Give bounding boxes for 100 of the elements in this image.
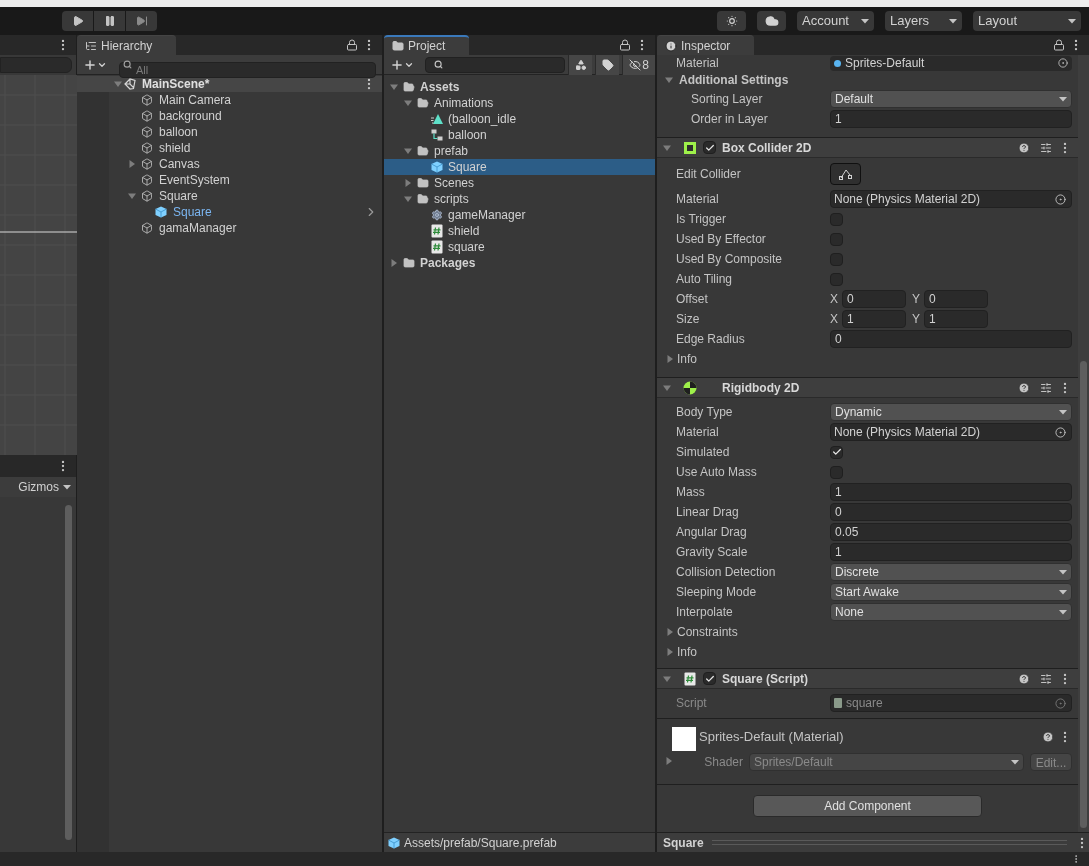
lock-icon[interactable] <box>619 39 631 51</box>
object-field[interactable]: None (Physics Material 2D) <box>830 190 1072 208</box>
number-field[interactable]: 1 <box>842 310 906 328</box>
create-dropdown[interactable] <box>83 57 107 72</box>
help-icon[interactable] <box>1042 730 1054 743</box>
search-field[interactable]: All <box>119 61 376 78</box>
checkbox[interactable] <box>830 252 843 266</box>
project-item[interactable]: Animations <box>384 95 655 111</box>
foldout-label[interactable]: Constraints <box>677 623 738 641</box>
checkbox[interactable] <box>830 465 843 479</box>
hierarchy-item[interactable]: Canvas <box>109 156 382 172</box>
presets-icon[interactable] <box>1040 381 1052 394</box>
project-item[interactable]: balloon <box>384 127 655 143</box>
component-header[interactable]: Square (Script) <box>657 669 1078 689</box>
project-item[interactable]: square <box>384 239 655 255</box>
toolbar-dropdown[interactable]: Account <box>797 11 874 31</box>
hierarchy-item[interactable]: gamaManager <box>109 220 382 236</box>
help-icon[interactable] <box>1018 381 1030 394</box>
services-button[interactable] <box>717 11 746 31</box>
help-icon[interactable] <box>1018 672 1030 685</box>
hierarchy-item[interactable]: Square <box>109 188 382 204</box>
project-item[interactable]: Packages <box>384 255 655 271</box>
caret-icon[interactable] <box>404 99 412 107</box>
hierarchy-item[interactable]: Main Camera <box>109 92 382 108</box>
checkbox[interactable] <box>703 141 716 154</box>
caret-icon[interactable] <box>390 259 398 267</box>
caret-icon[interactable] <box>665 76 673 84</box>
play-button[interactable] <box>62 11 93 31</box>
project-item[interactable]: scripts <box>384 191 655 207</box>
number-field[interactable]: 1 <box>924 310 988 328</box>
project-item[interactable]: prefab <box>384 143 655 159</box>
checkbox[interactable] <box>703 672 716 685</box>
project-item[interactable]: shield <box>384 223 655 239</box>
pause-button[interactable] <box>94 11 125 31</box>
panel-tab[interactable]: Inspector <box>657 35 755 55</box>
dropdown[interactable]: Default <box>830 90 1072 108</box>
toolbar-dropdown[interactable]: Layers <box>885 11 962 31</box>
caret-icon[interactable] <box>404 195 412 203</box>
edit-collider-button[interactable] <box>830 163 861 185</box>
caret-icon[interactable] <box>663 143 671 152</box>
caret-icon[interactable] <box>666 355 674 363</box>
caret-icon[interactable] <box>666 628 674 636</box>
foldout-label[interactable]: Info <box>677 350 697 368</box>
presets-icon[interactable] <box>1040 141 1052 154</box>
checkbox[interactable] <box>830 445 843 459</box>
scrollbar[interactable] <box>65 505 72 840</box>
presets-icon[interactable] <box>1040 672 1052 685</box>
hierarchy-item[interactable]: EventSystem <box>109 172 382 188</box>
dropdown[interactable]: None <box>830 603 1072 621</box>
scrollbar[interactable] <box>1078 55 1089 832</box>
object-picker-icon[interactable] <box>1058 58 1068 68</box>
object-field[interactable]: Sprites-Default <box>830 55 1072 71</box>
caret-icon[interactable] <box>128 192 136 200</box>
panel-tab[interactable]: Hierarchy <box>77 35 177 55</box>
project-item[interactable]: Assets <box>384 79 655 95</box>
number-field[interactable]: 1 <box>830 110 1072 128</box>
hidden-packages-button[interactable]: 8 <box>622 54 655 75</box>
caret-icon[interactable] <box>404 179 412 187</box>
component-header[interactable]: Box Collider 2D <box>657 138 1078 158</box>
toolbar-dropdown[interactable]: Layout <box>973 11 1081 31</box>
number-field[interactable]: 0 <box>924 290 988 308</box>
caret-icon[interactable] <box>663 383 671 392</box>
number-field[interactable]: 0 <box>830 503 1072 521</box>
caret-icon[interactable] <box>665 757 673 765</box>
number-field[interactable]: 1 <box>830 543 1072 561</box>
checkbox[interactable] <box>830 272 843 286</box>
lock-icon[interactable] <box>1053 39 1065 51</box>
dropdown[interactable]: Dynamic <box>830 403 1072 421</box>
project-item[interactable]: Square <box>384 159 655 175</box>
hierarchy-item[interactable]: Square <box>109 204 382 220</box>
help-icon[interactable] <box>1018 141 1030 154</box>
component-header[interactable]: Rigidbody 2D <box>657 378 1078 398</box>
checkbox[interactable] <box>830 232 843 246</box>
lock-icon[interactable] <box>346 39 358 51</box>
caret-icon[interactable] <box>404 147 412 155</box>
filter-by-label-button[interactable] <box>595 54 619 75</box>
project-item[interactable]: gameManager <box>384 207 655 223</box>
hierarchy-item[interactable]: background <box>109 108 382 124</box>
number-field[interactable]: 0 <box>842 290 906 308</box>
hierarchy-item[interactable]: balloon <box>109 124 382 140</box>
cloud-button[interactable] <box>757 11 786 31</box>
object-picker-icon[interactable] <box>1055 426 1066 438</box>
number-field[interactable]: 0.05 <box>830 523 1072 541</box>
number-field[interactable]: 0 <box>830 330 1072 348</box>
object-field[interactable]: square <box>830 694 1072 712</box>
hierarchy-item[interactable]: shield <box>109 140 382 156</box>
project-item[interactable]: Scenes <box>384 175 655 191</box>
scene-header-row[interactable]: MainScene* <box>77 76 382 92</box>
foldout-label[interactable]: Info <box>677 643 697 661</box>
add-component-button[interactable]: Add Component <box>753 795 982 817</box>
number-field[interactable]: 1 <box>830 483 1072 501</box>
dropdown[interactable]: Discrete <box>830 563 1072 581</box>
caret-icon[interactable] <box>390 83 398 91</box>
panel-tab[interactable]: Project <box>384 35 470 55</box>
object-picker-icon[interactable] <box>1055 697 1066 709</box>
search-field[interactable] <box>425 56 565 73</box>
object-field[interactable]: None (Physics Material 2D) <box>830 423 1072 441</box>
object-picker-icon[interactable] <box>1055 193 1066 205</box>
caret-icon[interactable] <box>128 160 136 168</box>
filter-by-type-button[interactable] <box>568 54 592 75</box>
